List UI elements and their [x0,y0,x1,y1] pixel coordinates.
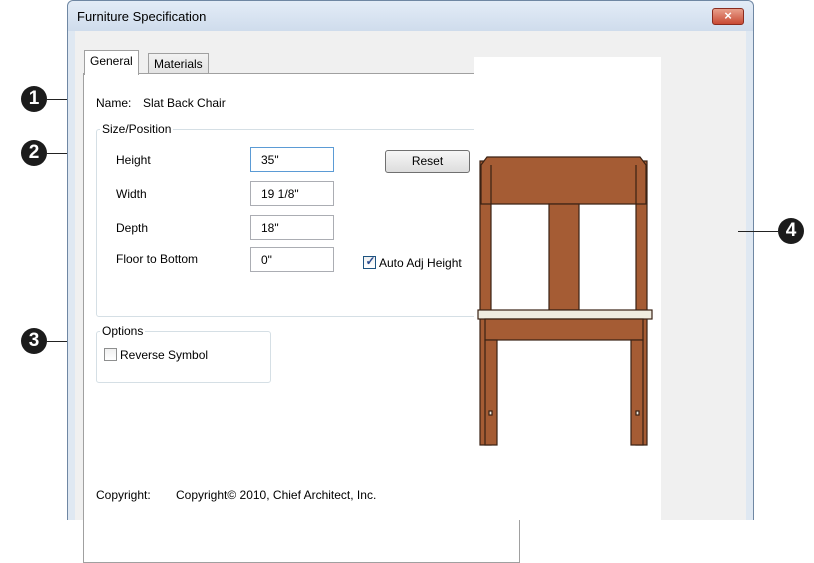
chair-seat [477,309,653,320]
reset-button[interactable]: Reset [385,150,470,173]
callout-4: 4 [778,218,804,244]
auto-adj-height-label[interactable]: Auto Adj Height [379,256,462,270]
close-button[interactable]: × [712,8,744,25]
reset-button-label: Reset [411,154,444,168]
copyright-label: Copyright: [96,488,151,502]
tab-general-label: General [90,54,133,68]
tab-materials[interactable]: Materials [148,53,209,75]
height-label: Height [116,153,151,167]
size-position-label: Size/Position [100,122,174,136]
chair-preview-icon [477,156,653,446]
chair-front-left-leg [484,339,498,446]
height-field[interactable]: 35" [250,147,334,172]
name-label: Name: [96,96,132,110]
depth-label: Depth [116,221,149,235]
dialog-title: Furniture Specification [77,9,207,24]
options-label: Options [100,324,146,338]
reverse-symbol-label[interactable]: Reverse Symbol [120,348,208,362]
chair-apron [484,318,644,341]
title-bar: Furniture Specification × [68,1,753,31]
chair-center-slat [548,203,580,311]
tab-materials-label: Materials [154,57,203,71]
copyright-value: Copyright© 2010, Chief Architect, Inc. [176,488,377,502]
chair-front-right-leg [630,339,644,446]
furniture-preview-pane [474,57,661,520]
floor-to-bottom-label: Floor to Bottom [116,252,199,266]
chair-top-rail [480,156,647,205]
auto-adj-height-checkbox[interactable]: ✓ [363,254,376,269]
name-value: Slat Back Chair [143,96,226,110]
floor-to-bottom-field[interactable]: 0" [250,247,334,272]
callout-4-leader [738,231,778,232]
close-icon: × [724,8,732,23]
callout-1: 1 [21,86,47,112]
tab-general[interactable]: General [84,50,139,75]
general-tab-panel: Name: Slat Back Chair Size/Position Heig… [83,73,520,563]
depth-field[interactable]: 18" [250,215,334,240]
reverse-symbol-checkbox[interactable] [104,348,117,361]
checkmark-icon: ✓ [365,254,376,268]
width-field[interactable]: 19 1/8" [250,181,334,206]
callout-3: 3 [21,328,47,354]
width-label: Width [116,187,147,201]
callout-2: 2 [21,140,47,166]
